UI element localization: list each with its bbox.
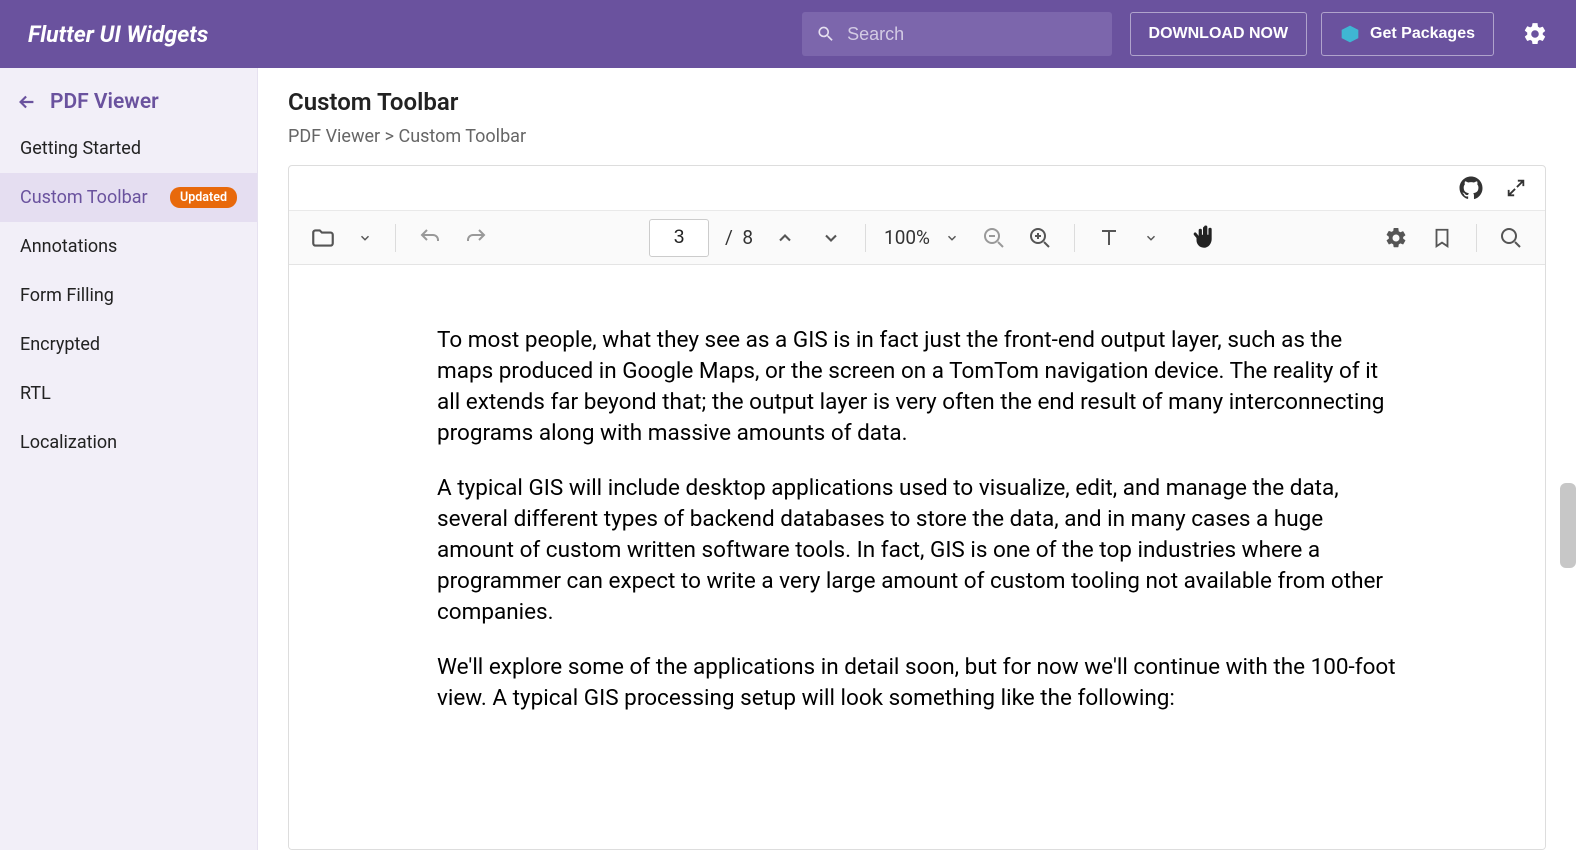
- text-select-dropdown[interactable]: [1135, 218, 1167, 258]
- sidebar-item-label: Localization: [20, 432, 117, 453]
- download-now-button[interactable]: DOWNLOAD NOW: [1130, 12, 1308, 56]
- pdf-toolbar: / 8 100%: [289, 210, 1545, 265]
- chevron-up-icon: [775, 228, 795, 248]
- prev-page-button[interactable]: [765, 218, 805, 258]
- redo-button[interactable]: [456, 218, 496, 258]
- chevron-down-icon: [821, 228, 841, 248]
- zoom-out-button[interactable]: [974, 218, 1014, 258]
- zoom-in-button[interactable]: [1020, 218, 1060, 258]
- github-icon: [1459, 176, 1483, 200]
- search-icon: [816, 23, 836, 45]
- sidebar-title: PDF Viewer: [50, 90, 159, 114]
- page-title: Custom Toolbar: [288, 88, 1546, 116]
- sidebar-item-label: RTL: [20, 383, 51, 404]
- sidebar-item-label: Custom Toolbar: [20, 187, 148, 208]
- settings-button[interactable]: [1522, 21, 1548, 47]
- separator: [1074, 224, 1075, 252]
- sidebar-item-form-filling[interactable]: Form Filling: [0, 271, 257, 320]
- redo-icon: [464, 226, 488, 250]
- demo-panel: / 8 100%: [288, 165, 1546, 850]
- document-viewport[interactable]: To most people, what they see as a GIS i…: [289, 265, 1545, 849]
- text-select-button[interactable]: [1089, 218, 1129, 258]
- app-topbar: Flutter UI Widgets DOWNLOAD NOW Get Pack…: [0, 0, 1576, 68]
- viewer-settings-button[interactable]: [1376, 218, 1416, 258]
- open-file-dropdown[interactable]: [349, 218, 381, 258]
- next-page-button[interactable]: [811, 218, 851, 258]
- folder-icon: [310, 225, 336, 251]
- gear-icon: [1522, 21, 1548, 47]
- content: Custom Toolbar PDF Viewer > Custom Toolb…: [258, 68, 1576, 850]
- sidebar-item-label: Annotations: [20, 236, 117, 257]
- separator: [865, 224, 866, 252]
- gear-icon: [1384, 226, 1408, 250]
- text-icon: [1097, 226, 1121, 250]
- zoom-out-icon: [982, 226, 1006, 250]
- sidebar-item-custom-toolbar[interactable]: Custom Toolbar Updated: [0, 173, 257, 222]
- sidebar-item-getting-started[interactable]: Getting Started: [0, 124, 257, 173]
- document-paragraph: To most people, what they see as a GIS i…: [437, 325, 1397, 449]
- sidebar-item-label: Encrypted: [20, 334, 100, 355]
- separator: [1476, 224, 1477, 252]
- zoom-level-label: 100%: [884, 226, 930, 249]
- search-icon: [1499, 226, 1523, 250]
- sidebar-item-label: Form Filling: [20, 285, 114, 306]
- zoom-in-icon: [1028, 226, 1052, 250]
- brand-title: Flutter UI Widgets: [28, 21, 208, 48]
- back-arrow-icon: [16, 91, 38, 113]
- undo-button[interactable]: [410, 218, 450, 258]
- zoom-dropdown[interactable]: [936, 218, 968, 258]
- sidebar-item-annotations[interactable]: Annotations: [0, 222, 257, 271]
- bookmark-button[interactable]: [1422, 218, 1462, 258]
- open-file-button[interactable]: [303, 218, 343, 258]
- download-now-label: DOWNLOAD NOW: [1149, 25, 1289, 43]
- main-area: PDF Viewer Getting Started Custom Toolba…: [0, 68, 1576, 850]
- scrollbar-thumb[interactable]: [1560, 483, 1576, 568]
- hand-icon: [1190, 225, 1216, 251]
- panel-top-actions: [289, 166, 1545, 210]
- sidebar-item-localization[interactable]: Localization: [0, 418, 257, 467]
- document-paragraph: A typical GIS will include desktop appli…: [437, 473, 1397, 628]
- sidebar-item-rtl[interactable]: RTL: [0, 369, 257, 418]
- search-input[interactable]: [847, 24, 1097, 45]
- page-total-label: / 8: [725, 226, 753, 249]
- sidebar-item-encrypted[interactable]: Encrypted: [0, 320, 257, 369]
- search-box[interactable]: [802, 12, 1112, 56]
- breadcrumb: PDF Viewer > Custom Toolbar: [288, 126, 1546, 147]
- chevron-down-icon: [358, 231, 372, 245]
- pdf-page: To most people, what they see as a GIS i…: [317, 265, 1517, 779]
- get-packages-button[interactable]: Get Packages: [1321, 12, 1494, 56]
- separator: [395, 224, 396, 252]
- github-button[interactable]: [1459, 176, 1483, 200]
- undo-icon: [418, 226, 442, 250]
- pan-tool-button[interactable]: [1183, 218, 1223, 258]
- get-packages-label: Get Packages: [1370, 25, 1475, 43]
- fullscreen-button[interactable]: [1505, 177, 1527, 199]
- chevron-down-icon: [1144, 231, 1158, 245]
- sidebar-header[interactable]: PDF Viewer: [0, 80, 257, 124]
- bookmark-icon: [1431, 227, 1453, 249]
- document-paragraph: We'll explore some of the applications i…: [437, 652, 1397, 714]
- page-number-input[interactable]: [649, 219, 709, 257]
- chevron-down-icon: [945, 231, 959, 245]
- package-icon: [1340, 24, 1360, 44]
- expand-icon: [1505, 177, 1527, 199]
- updated-badge: Updated: [170, 187, 237, 208]
- sidebar-item-label: Getting Started: [20, 138, 141, 159]
- sidebar: PDF Viewer Getting Started Custom Toolba…: [0, 68, 258, 850]
- search-in-pdf-button[interactable]: [1491, 218, 1531, 258]
